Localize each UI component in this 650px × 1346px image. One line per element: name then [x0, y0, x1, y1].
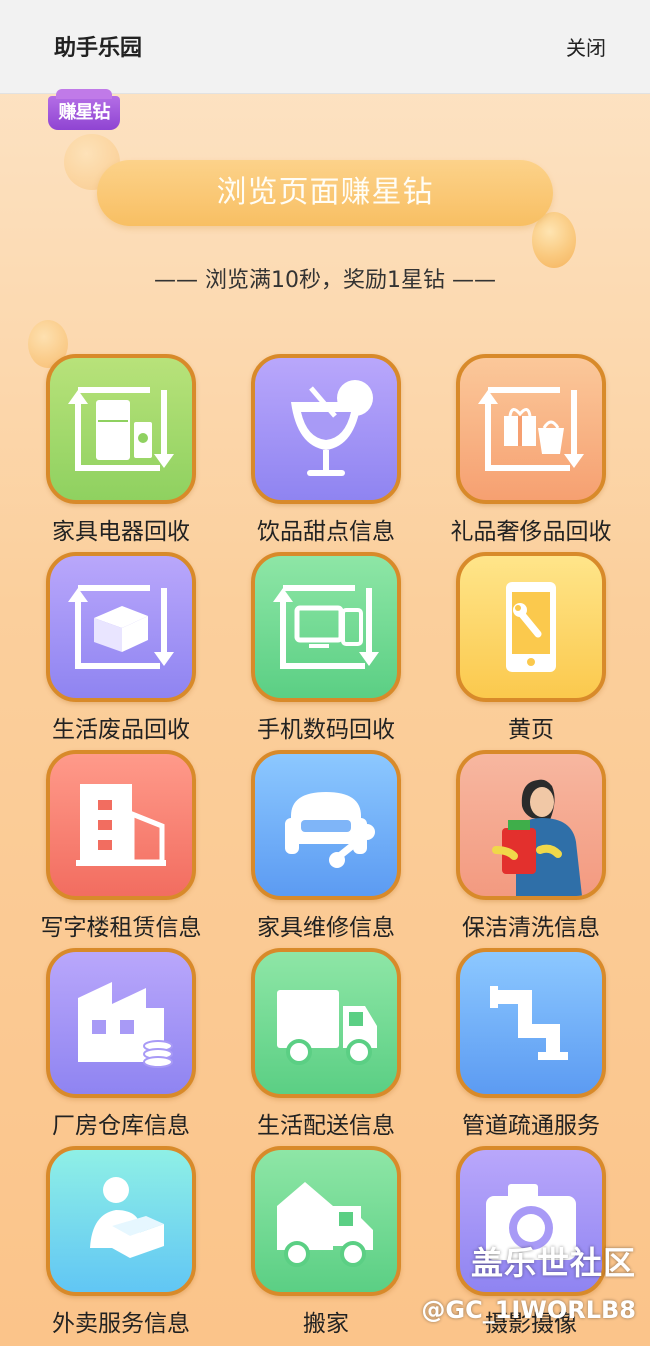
top-bar: 助手乐园 关闭 [0, 0, 650, 94]
watermark-text: 盖乐世社区 [470, 1244, 636, 1282]
phone-wrench-icon [506, 582, 556, 672]
moving-truck-icon [277, 1182, 373, 1267]
cleaner-icon [492, 779, 582, 896]
tile [46, 750, 196, 900]
grid-item-label: 管道疏通服务 [462, 1113, 600, 1139]
grid-item[interactable]: 礼品奢侈品回收 [410, 352, 615, 550]
tile [251, 948, 401, 1098]
office-building-icon [76, 784, 166, 866]
grid-item[interactable]: 生活配送信息 [205, 946, 410, 1144]
grid-item[interactable]: 外卖服务信息 [0, 1144, 205, 1342]
grid-item[interactable]: 保洁清洗信息 [410, 748, 615, 946]
tile [456, 948, 606, 1098]
page-title: 助手乐园 [54, 36, 143, 61]
grid-item[interactable]: 手机数码回收 [205, 550, 410, 748]
grid-item[interactable]: 饮品甜点信息 [205, 352, 410, 550]
drink-icon [291, 380, 373, 476]
delivery-truck-icon [277, 990, 377, 1065]
tile [456, 354, 606, 504]
tile [46, 948, 196, 1098]
grid-item[interactable]: 家具维修信息 [205, 748, 410, 946]
grid-item-label: 礼品奢侈品回收 [450, 519, 612, 545]
tile [251, 750, 401, 900]
reward-subtitle: —— 浏览满10秒，奖励1星钻 —— [154, 268, 496, 293]
tile [456, 750, 606, 900]
grid-item[interactable]: 搬家 [205, 1144, 410, 1342]
coin-decoration [532, 212, 576, 268]
watermark-handle: @GC_1IWORLB8 [421, 1296, 636, 1324]
grid-item[interactable]: 厂房仓库信息 [0, 946, 205, 1144]
tile [46, 1146, 196, 1296]
grid-item[interactable]: 管道疏通服务 [410, 946, 615, 1144]
waste-recycle-icon [68, 585, 174, 669]
digital-recycle-icon [273, 585, 379, 669]
browse-earn-button[interactable]: 浏览页面赚星钻 [97, 160, 553, 226]
tile [251, 1146, 401, 1296]
tile [46, 354, 196, 504]
gift-recycle-icon [478, 387, 584, 471]
tile [46, 552, 196, 702]
tile [456, 552, 606, 702]
grid-item-label: 保洁清洗信息 [462, 915, 600, 941]
reward-badge: 赚星钻 [48, 89, 120, 130]
tile [251, 552, 401, 702]
pipe-icon [490, 986, 568, 1060]
sofa-wrench-icon [285, 792, 375, 868]
appliance-recycle-icon [68, 387, 174, 471]
close-button[interactable]: 关闭 [566, 32, 606, 61]
courier-icon [90, 1177, 164, 1258]
grid-item[interactable]: 黄页 [410, 550, 615, 748]
grid-item[interactable]: 家具电器回收 [0, 352, 205, 550]
tile [251, 354, 401, 504]
factory-icon [78, 982, 173, 1068]
grid-item[interactable]: 生活废品回收 [0, 550, 205, 748]
grid-item[interactable]: 写字楼租赁信息 [0, 748, 205, 946]
grid-item-label: 黄页 [508, 717, 554, 743]
